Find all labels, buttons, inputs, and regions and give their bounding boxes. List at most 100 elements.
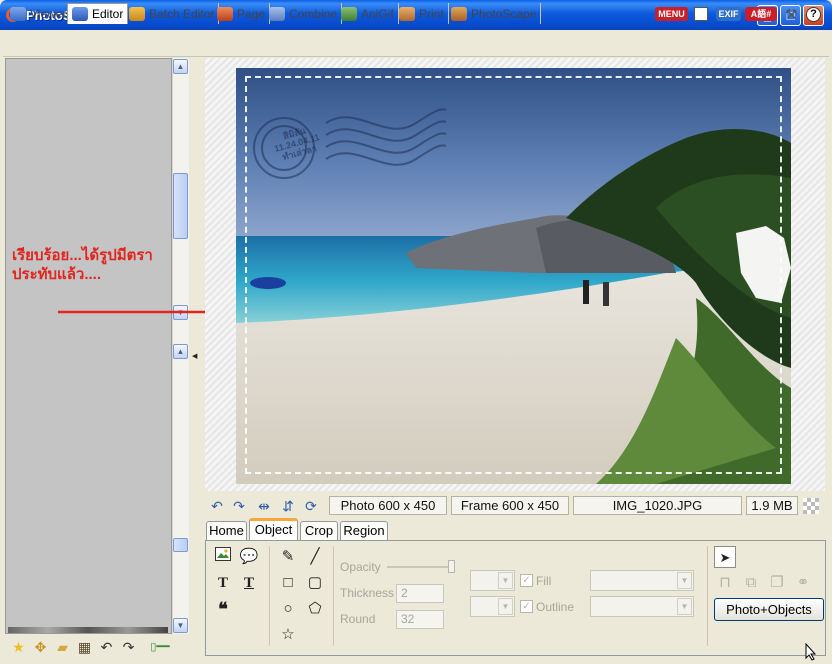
- tab-batch-editor[interactable]: Batch Editor: [125, 3, 220, 24]
- opacity-label: Opacity: [340, 560, 381, 574]
- scroll-up-button[interactable]: ▲: [173, 59, 188, 74]
- bring-front-icon[interactable]: ⊓: [714, 572, 736, 594]
- fill-label: Fill: [536, 574, 552, 588]
- balloon-icon[interactable]: 💬: [238, 546, 260, 568]
- duplicate-object-icon[interactable]: ❐: [766, 572, 788, 594]
- fill-color-dropdown[interactable]: ▼: [470, 570, 515, 591]
- tab-home[interactable]: Home: [206, 521, 247, 541]
- annotation-text: เรียบร้อย...ได้รูปมีตรา ประทับแล้ว....: [12, 246, 192, 284]
- folder-icon[interactable]: ▰: [54, 639, 71, 656]
- star-shape-icon[interactable]: ☆: [277, 624, 299, 646]
- tab-crop[interactable]: Crop: [300, 521, 338, 541]
- main-tab-bar: [3, 30, 829, 57]
- copy-object-icon[interactable]: ⧉: [740, 572, 762, 594]
- tab-photoscape[interactable]: PhotoScape: [447, 3, 542, 24]
- menu-button[interactable]: MENU: [655, 7, 688, 21]
- zoom-slider[interactable]: ▯━━: [142, 639, 178, 656]
- page-icon: [217, 6, 233, 21]
- tab-object[interactable]: Object: [249, 518, 298, 541]
- copy-icon[interactable]: [694, 7, 708, 21]
- editor-icon: [72, 7, 88, 21]
- scroll-up-button[interactable]: ▲: [173, 344, 188, 359]
- opacity-slider-handle[interactable]: [448, 560, 455, 573]
- quote-icon[interactable]: ❝: [212, 598, 234, 620]
- rotate-left-icon[interactable]: ↶: [208, 498, 226, 514]
- anigif-icon: [341, 6, 357, 21]
- tab-label: Batch Editor: [149, 6, 215, 21]
- annotation-line: ประทับแล้ว....: [12, 266, 101, 283]
- outline-style-dropdown[interactable]: ▼: [590, 596, 694, 617]
- divider: [269, 546, 270, 646]
- tab-combine[interactable]: Combine: [265, 3, 343, 24]
- chevron-down-icon: ▼: [677, 598, 692, 615]
- thumbnail-strip: [8, 627, 168, 633]
- select-pointer-icon[interactable]: ➤: [714, 546, 736, 568]
- text-outline-icon[interactable]: T: [238, 572, 260, 594]
- scroll-thumb[interactable]: [173, 538, 188, 552]
- print-icon: [399, 6, 415, 21]
- tab-viewer[interactable]: Viewer: [6, 3, 72, 24]
- tab-print[interactable]: Print: [395, 3, 449, 24]
- combine-icon: [269, 6, 285, 21]
- brush-icon[interactable]: ✎: [277, 546, 299, 568]
- back-icon[interactable]: ↶: [98, 639, 115, 656]
- photoscape-icon: [451, 6, 467, 21]
- polygon-icon[interactable]: ⬠: [304, 598, 326, 620]
- navigate-icon[interactable]: ✥: [32, 639, 49, 656]
- rotate-free-icon[interactable]: ⟳: [302, 498, 320, 514]
- photo-objects-button[interactable]: Photo+Objects: [714, 598, 824, 621]
- tab-label: Combine: [289, 6, 338, 21]
- star-icon[interactable]: ★: [10, 639, 27, 656]
- outline-label: Outline: [536, 600, 575, 614]
- tab-anigif[interactable]: AniGif: [337, 3, 399, 24]
- tab-page[interactable]: Page: [213, 3, 271, 24]
- group-object-icon[interactable]: ⚭: [792, 572, 814, 594]
- forward-icon[interactable]: ↷: [120, 639, 137, 656]
- tab-label: PhotoScape: [471, 6, 537, 21]
- rectangle-icon[interactable]: □: [277, 572, 299, 594]
- tab-region[interactable]: Region: [340, 521, 388, 541]
- file-browser-panel[interactable]: [5, 58, 172, 634]
- line-icon[interactable]: ╱: [304, 546, 326, 568]
- scroll-thumb[interactable]: [173, 173, 188, 239]
- browser-toolbar: ★ ✥ ▰ ▦ ↶ ↷ ▯━━: [5, 634, 189, 660]
- fill-style-dropdown[interactable]: ▼: [590, 570, 694, 591]
- collapse-arrow-icon[interactable]: ◀: [192, 352, 197, 360]
- fill-checkbox[interactable]: ✓: [520, 574, 533, 587]
- filesize-label: 1.9 MB: [746, 496, 798, 515]
- round-stepper[interactable]: 32: [396, 610, 444, 629]
- tab-label: Page: [237, 6, 266, 21]
- chevron-down-icon: ▼: [498, 572, 513, 589]
- panel-splitter[interactable]: [190, 58, 204, 634]
- rotate-right-icon[interactable]: ↷: [230, 498, 248, 514]
- viewer-icon: [10, 6, 26, 21]
- tools-icon[interactable]: ⚒: [785, 6, 798, 23]
- tab-label: Editor: [92, 7, 124, 21]
- flip-vertical-icon[interactable]: ⇵: [279, 498, 297, 514]
- outline-color-dropdown[interactable]: ▼: [470, 596, 515, 617]
- flip-horizontal-icon[interactable]: ⇹: [255, 498, 273, 514]
- divider: [333, 546, 334, 646]
- batch-editor-icon: [129, 6, 145, 21]
- transparency-toggle-icon[interactable]: [803, 498, 819, 514]
- tab-editor[interactable]: Editor: [67, 3, 129, 24]
- help-button[interactable]: ?: [806, 7, 821, 22]
- tab-label: AniGif: [361, 6, 394, 21]
- opacity-slider[interactable]: [387, 566, 453, 568]
- exif-button[interactable]: EXIF: [716, 7, 741, 21]
- language-button[interactable]: A語#: [745, 7, 777, 21]
- round-label: Round: [340, 612, 376, 626]
- frame-size-label: Frame 600 x 450: [451, 496, 569, 515]
- filmstrip-icon[interactable]: ▦: [76, 639, 93, 656]
- text-icon[interactable]: T: [212, 572, 234, 594]
- chevron-down-icon: ▼: [677, 572, 692, 589]
- photo-size-label: Photo 600 x 450: [329, 496, 447, 515]
- insert-photo-icon[interactable]: [212, 546, 234, 568]
- ellipse-icon[interactable]: ○: [277, 598, 299, 620]
- scroll-down-button[interactable]: ▼: [173, 618, 188, 633]
- rounded-rectangle-icon[interactable]: ▢: [304, 572, 326, 594]
- thickness-stepper[interactable]: 2: [396, 584, 444, 603]
- tab-label: Print: [419, 6, 444, 21]
- filename-label: IMG_1020.JPG: [573, 496, 742, 515]
- outline-checkbox[interactable]: ✓: [520, 600, 533, 613]
